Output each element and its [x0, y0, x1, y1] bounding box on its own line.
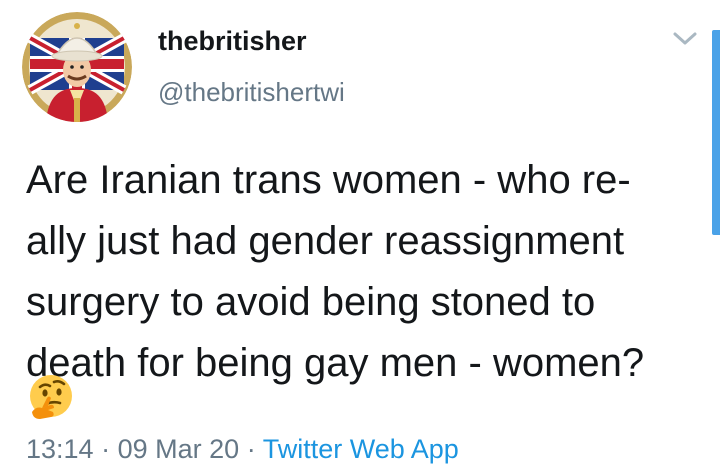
- tweet-text-line: death for being gay men - women?: [26, 341, 645, 385]
- scroll-indicator[interactable]: [712, 30, 720, 235]
- chevron-down-icon[interactable]: [668, 26, 702, 52]
- tweet-text-line: surgery to avoid being stoned to: [26, 280, 596, 324]
- author-display-name[interactable]: thebritisher: [158, 26, 307, 57]
- meta-separator: ·: [246, 434, 256, 464]
- avatar[interactable]: [22, 12, 132, 122]
- meta-separator: ·: [101, 434, 111, 464]
- tweet-text-line: Are Iranian trans women - who re-: [26, 158, 631, 202]
- tweet-text-line: ally just had gender reassignment: [26, 219, 625, 263]
- tweet-source-link[interactable]: Twitter Web App: [263, 434, 459, 464]
- thinking-face-icon: [26, 372, 76, 422]
- tweet-meta: 13:14 · 09 Mar 20 · Twitter Web App: [26, 434, 459, 465]
- author-handle[interactable]: @thebritishertwi: [158, 77, 345, 108]
- tweet-text: Are Iranian trans women - who re- ally j…: [26, 150, 706, 394]
- tweet-card: thebritisher @thebritishertwi Are Irania…: [0, 0, 720, 474]
- tweet-date: 09 Mar 20: [117, 434, 240, 464]
- british-soldier-avatar-icon: [22, 12, 132, 122]
- tweet-time: 13:14: [26, 434, 94, 464]
